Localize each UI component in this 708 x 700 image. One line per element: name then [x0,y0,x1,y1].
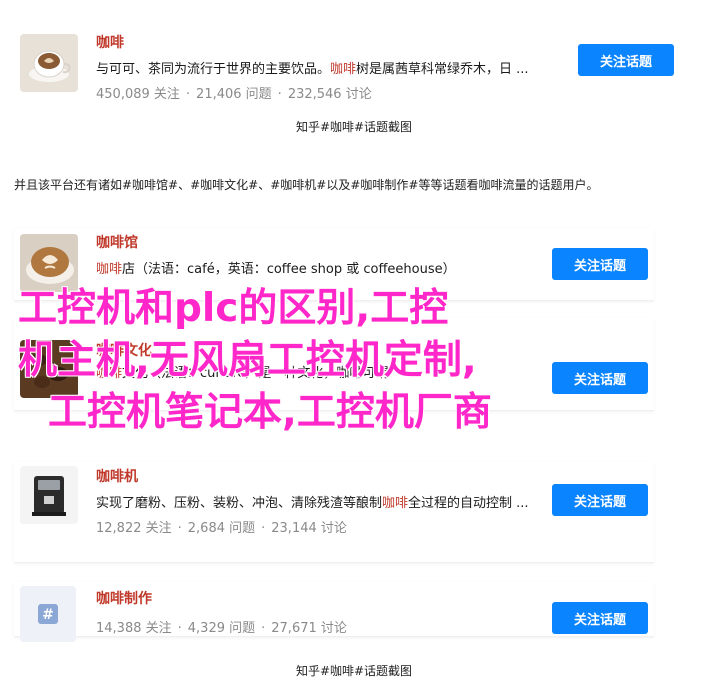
coffee-machine-icon [20,466,78,524]
topic-description: 与可可、茶同为流行于世界的主要饮品。咖啡树是属茜草科常绿乔木，日 ... [96,62,529,77]
topic-description: 咖啡店（法语：café，英语：coffee shop 或 coffeehouse… [96,262,456,277]
coffee-cup-icon [20,34,78,92]
follow-topic-button[interactable]: 关注话题 [552,248,648,280]
overlay-line-2: 机主机,无风扇工控机定制, [18,338,477,383]
topic-title[interactable]: 咖啡馆 [96,232,138,252]
hashtag-icon: # [20,586,76,642]
caption-bottom: 知乎#咖啡#话题截图 [295,664,413,678]
overlay-headline: 工控机和plc的区别,工控 机主机,无风扇工控机定制, 工控机笔记本,工控机厂商 [18,283,698,439]
follow-topic-button[interactable]: 关注话题 [552,484,648,516]
followers-count: 450,089 关注 [96,87,180,102]
topic-stats: 14,388 关注 · 4,329 问题 · 27,671 讨论 [96,621,347,636]
intro-paragraph: 并且该平台还有诸如#咖啡馆#、#咖啡文化#、#咖啡机#以及#咖啡制作#等等话题看… [14,178,599,192]
questions-count: 4,329 问题 [187,621,256,636]
followers-count: 14,388 关注 [96,621,172,636]
followers-count: 12,822 关注 [96,521,172,536]
overlay-line-3: 工控机笔记本,工控机厂商 [48,390,492,435]
questions-count: 2,684 问题 [187,521,256,536]
caption-top: 知乎#咖啡#话题截图 [295,120,413,134]
questions-count: 21,406 问题 [196,87,272,102]
svg-text:#: # [42,607,54,623]
topic-stats: 450,089 关注 · 21,406 问题 · 232,546 讨论 [96,87,372,102]
follow-topic-button[interactable]: 关注话题 [552,602,648,634]
topic-card-coffee-machine[interactable]: 咖啡机 实现了磨粉、压粉、装粉、冲泡、清除残渣等酿制咖啡全过程的自动控制 ...… [14,462,654,563]
topic-title[interactable]: 咖啡制作 [96,588,152,608]
topic-stats: 12,822 关注 · 2,684 问题 · 23,144 讨论 [96,521,347,536]
overlay-line-1: 工控机和plc的区别,工控 [18,286,449,331]
topic-card-coffee[interactable]: 咖啡 与可可、茶同为流行于世界的主要饮品。咖啡树是属茜草科常绿乔木，日 ... … [14,28,674,106]
discussions-count: 27,671 讨论 [271,621,347,636]
topic-title[interactable]: 咖啡 [96,32,124,52]
follow-topic-button[interactable]: 关注话题 [578,44,674,76]
topic-title[interactable]: 咖啡机 [96,466,138,486]
discussions-count: 23,144 讨论 [271,521,347,536]
topic-description: 实现了磨粉、压粉、装粉、冲泡、清除残渣等酿制咖啡全过程的自动控制 ... [96,496,529,511]
discussions-count: 232,546 讨论 [287,87,372,102]
topic-card-coffee-making[interactable]: # 咖啡制作 14,388 关注 · 4,329 问题 · 27,671 讨论 关注话题 [14,582,654,642]
